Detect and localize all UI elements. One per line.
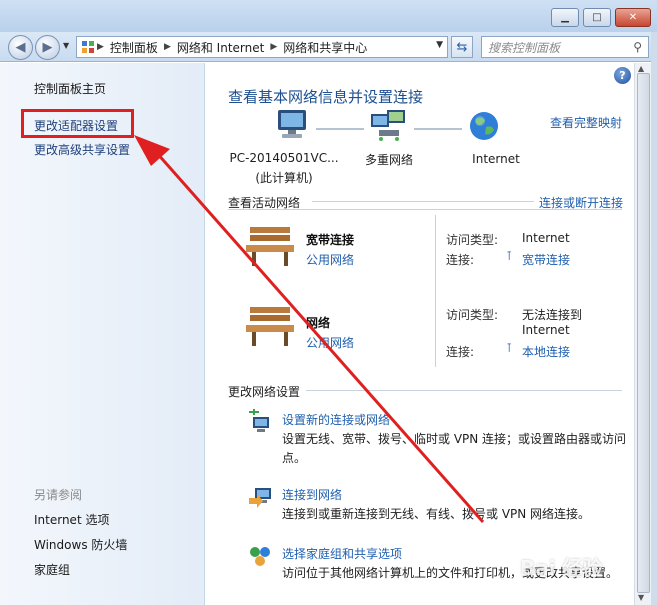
control-panel-icon	[82, 41, 94, 53]
task-connect-network-link[interactable]: 连接到网络	[282, 486, 342, 503]
navigation-bar: ◀ ▶ ▼ ▶ 控制面板 ▶ 网络和 Internet ▶ 网络和共享中心 ▼ …	[0, 32, 657, 62]
forward-arrow-icon: ▶	[42, 40, 53, 55]
window-frame-edge	[651, 32, 657, 605]
sidebar-change-adapter-link[interactable]: 更改适配器设置	[34, 117, 118, 134]
scroll-down-icon[interactable]: ▼	[638, 593, 644, 602]
network-1-category-link[interactable]: 公用网络	[306, 251, 354, 268]
network-2-access-value: 无法连接到	[522, 308, 583, 322]
minimize-button[interactable]: ▁	[551, 8, 579, 27]
network-1-name: 宽带连接	[306, 233, 355, 247]
search-placeholder: 搜索控制面板	[488, 40, 561, 55]
connector-line	[316, 128, 364, 130]
broadband-connection-icon: ⊺	[506, 249, 513, 263]
divider	[228, 209, 622, 210]
close-button[interactable]: ✕	[615, 8, 651, 27]
scrollbar-thumb[interactable]	[637, 73, 650, 593]
main-content: ? 查看基本网络信息并设置连接 查看完整映射 PC-20140501VC... …	[206, 63, 634, 605]
connect-to-network-icon	[249, 488, 271, 508]
full-map-link[interactable]: 查看完整映射	[550, 114, 622, 131]
address-dropdown-icon[interactable]: ▼	[436, 40, 443, 50]
breadcrumb-network-sharing-center[interactable]: 网络和共享中心	[283, 39, 367, 56]
local-connection-icon: ⊺	[506, 341, 513, 355]
connector-line	[414, 128, 462, 130]
new-connection-icon	[249, 409, 269, 432]
sidebar-homegroup-link[interactable]: 家庭组	[34, 561, 70, 578]
network-1-connection-link[interactable]: 宽带连接	[522, 251, 570, 268]
maximize-icon: □	[592, 12, 602, 23]
watermark: Bai 经验	[520, 556, 603, 580]
sidebar: 控制面板主页 更改适配器设置 更改高级共享设置 另请参阅 Internet 选项…	[0, 63, 205, 605]
maximize-button[interactable]: □	[583, 8, 611, 27]
page-title: 查看基本网络信息并设置连接	[228, 88, 424, 106]
internet-label: Internet	[472, 152, 520, 166]
multiple-networks-label: 多重网络	[364, 153, 413, 167]
back-arrow-icon: ◀	[15, 40, 26, 55]
network-1-access-label: 访问类型:	[446, 233, 499, 247]
divider	[306, 390, 622, 391]
computer-name: PC-20140501VC...	[229, 151, 339, 165]
search-icon[interactable]: ⚲	[633, 40, 642, 54]
forward-button[interactable]: ▶	[35, 35, 60, 60]
refresh-button[interactable]: ⇆	[451, 36, 473, 58]
public-network-bench-icon	[246, 227, 294, 266]
see-also-label: 另请参阅	[34, 488, 83, 502]
network-2-access-value-line2: Internet	[522, 323, 570, 337]
refresh-icon: ⇆	[456, 39, 468, 55]
scroll-up-icon[interactable]: ▲	[638, 64, 644, 73]
search-input[interactable]: 搜索控制面板 ⚲	[481, 36, 649, 58]
vertical-divider	[435, 215, 436, 367]
sidebar-internet-options-link[interactable]: Internet 选项	[34, 511, 109, 528]
title-bar: ▁ □ ✕	[0, 0, 657, 32]
sidebar-home-link[interactable]: 控制面板主页	[34, 80, 106, 97]
help-button[interactable]: ?	[614, 67, 631, 84]
network-1-connection-label: 连接:	[446, 253, 475, 267]
public-network-bench-icon	[246, 307, 294, 346]
close-icon: ✕	[628, 12, 638, 23]
divider	[312, 201, 534, 202]
multiple-networks-icon	[371, 110, 405, 141]
computer-sub-label: (此计算机)	[255, 171, 313, 185]
internet-globe-icon	[470, 112, 498, 140]
back-button[interactable]: ◀	[8, 35, 33, 60]
network-1-access-value: Internet	[522, 231, 570, 245]
network-2-connection-label: 连接:	[446, 345, 475, 359]
task-new-connection-link[interactable]: 设置新的连接或网络	[282, 411, 390, 428]
help-icon: ?	[619, 69, 626, 82]
address-bar[interactable]: ▶ 控制面板 ▶ 网络和 Internet ▶ 网络和共享中心 ▼	[76, 36, 448, 58]
task-homegroup-link[interactable]: 选择家庭组和共享选项	[282, 545, 402, 562]
computer-node-label: PC-20140501VC... (此计算机)	[226, 151, 342, 186]
task-new-connection-desc: 设置无线、宽带、拨号、临时或 VPN 连接；或设置路由器或访问点。	[282, 432, 627, 465]
network-2-category-link[interactable]: 公用网络	[306, 334, 354, 351]
homegroup-icon	[250, 547, 270, 566]
vertical-scrollbar[interactable]: ▲ ▼	[634, 63, 651, 605]
sidebar-advanced-sharing-link[interactable]: 更改高级共享设置	[34, 141, 130, 158]
breadcrumb-network-internet[interactable]: 网络和 Internet	[177, 39, 264, 56]
recent-pages-dropdown[interactable]: ▼	[63, 41, 69, 50]
breadcrumb-control-panel[interactable]: 控制面板	[110, 39, 158, 56]
network-2-name: 网络	[306, 316, 331, 330]
minimize-icon: ▁	[561, 12, 569, 23]
network-2-access-label: 访问类型:	[446, 308, 499, 322]
computer-icon	[278, 110, 306, 138]
network-2-connection-link[interactable]: 本地连接	[522, 343, 570, 360]
sidebar-firewall-link[interactable]: Windows 防火墙	[34, 536, 127, 553]
change-settings-header: 更改网络设置	[228, 385, 301, 399]
task-connect-network-desc: 连接到或重新连接到无线、有线、拨号或 VPN 网络连接。	[282, 507, 591, 521]
